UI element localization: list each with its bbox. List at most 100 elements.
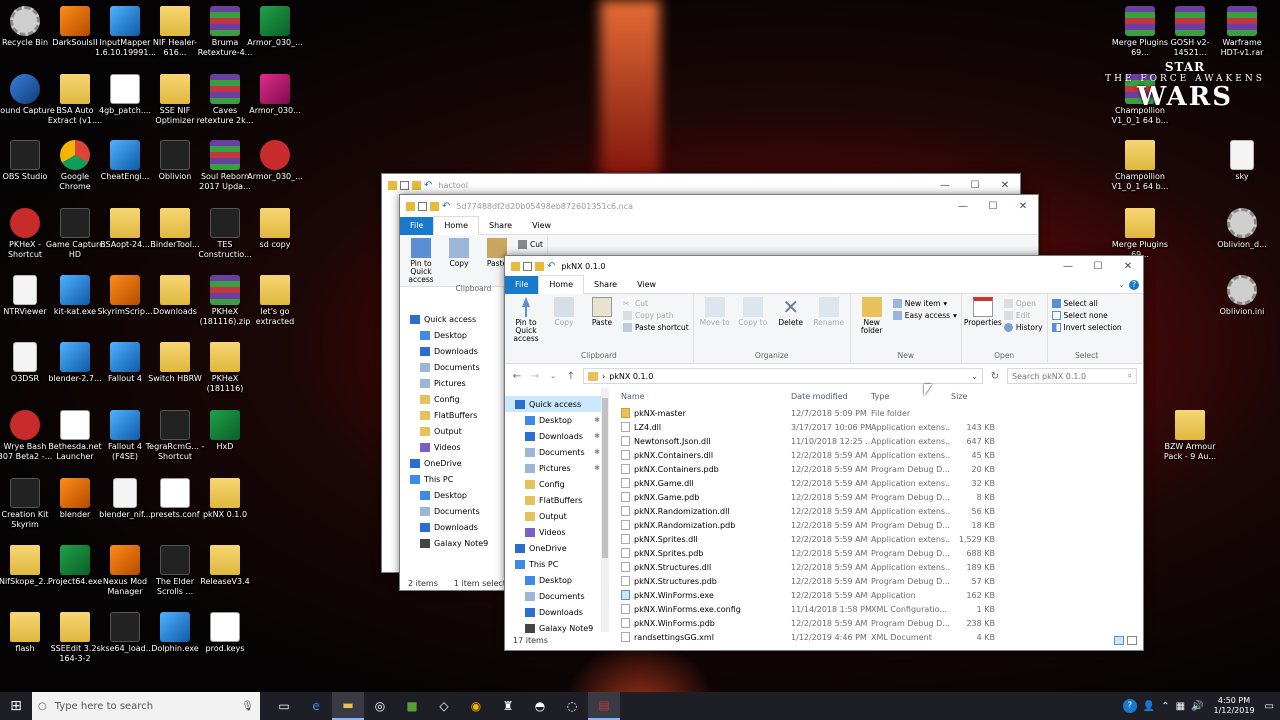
edge-icon[interactable]: e [300,692,332,720]
new-folder-icon[interactable] [412,180,421,190]
table-row[interactable]: pkNX.WinForms.pdb 12/2/2018 5:59 AM Progra… [617,616,1143,630]
paste-shortcut-button[interactable]: Paste shortcut [623,323,689,332]
minimize-button[interactable]: — [1053,261,1083,272]
table-row[interactable]: pkNX.Game.pdb 12/2/2018 5:59 AM Program De… [617,490,1143,504]
game-icon[interactable]: ♜ [492,692,524,720]
copy-button[interactable]: Copy [547,297,581,351]
tab-view[interactable]: View [522,217,561,235]
desktop-icon[interactable]: Armor_030_... [245,6,305,48]
tab-share[interactable]: Share [479,217,522,235]
new-folder-icon[interactable] [535,261,544,271]
steam-icon[interactable]: ◎ [364,692,396,720]
table-row[interactable]: pkNX.Structures.dll 12/2/2018 5:59 AM Appl… [617,560,1143,574]
clock[interactable]: 4:50 PM 1/12/2019 [1210,696,1259,716]
desktop-icon[interactable]: Warframe HDT-v1.rar [1212,6,1272,58]
nav-item[interactable]: Downloads [400,343,503,359]
action-center-icon[interactable]: ▭ [1265,701,1274,712]
properties-button[interactable]: Properties [964,297,1002,351]
desktop-icon[interactable]: Champollion V1_0_1 64 b... [1110,140,1170,192]
search-input[interactable]: Search pkNX 0.1.0 ⌕ [1007,368,1137,384]
table-row[interactable]: pkNX.WinForms.exe 12/2/2018 5:59 AM Applic… [617,588,1143,602]
desktop-icon[interactable]: Armor_030... [245,74,305,116]
nav-item[interactable]: Config [505,476,604,492]
nav-item[interactable]: Quick access [505,396,604,412]
address-dropdown-icon[interactable]: ⌄ [971,372,978,381]
nav-item[interactable]: Desktop ✱ [505,412,604,428]
desktop-icon[interactable]: pkNX 0.1.0 [195,478,255,520]
desktop-icon[interactable]: ReleaseV3.4 [195,545,255,587]
address-input[interactable]: › pkNX 0.1.0 ⌄ [583,368,983,384]
column-size[interactable]: Size [951,392,995,401]
desktop-icon[interactable]: BZW Armour Pack - 9 Au... [1160,410,1220,462]
copy-button[interactable]: Copy [442,238,476,284]
volume-icon[interactable]: 🔊 [1191,701,1203,712]
nav-item[interactable]: Documents [400,359,503,375]
nav-item[interactable]: FlatBuffers [400,407,503,423]
help-icon[interactable]: ? [1129,279,1139,290]
maximize-button[interactable]: ☐ [960,180,990,191]
table-row[interactable]: Newtonsoft.Json.dll 11/10/2018 12:25 ... A… [617,434,1143,448]
nav-item[interactable]: FlatBuffers [505,492,604,508]
properties-icon[interactable] [400,180,409,190]
close-button[interactable]: ✕ [1113,261,1143,272]
table-row[interactable]: pkNX.WinForms.exe.config 11/14/2018 1:58 … [617,602,1143,616]
undo-icon[interactable]: ↶ [547,261,555,271]
nav-item[interactable]: Galaxy Note9 [505,620,604,636]
forward-button[interactable]: → [529,371,541,382]
column-type[interactable]: Type [871,392,951,401]
properties-icon[interactable] [523,261,532,271]
nav-item[interactable]: Videos [505,524,604,540]
tab-home[interactable]: Home [433,216,480,235]
table-row[interactable]: randsettingsGG.xml 1/12/2019 4:46 PM XML D… [617,630,1143,644]
nav-item[interactable]: Output [505,508,604,524]
new-folder-icon[interactable] [430,201,439,211]
copy-path-button[interactable]: Copy path [623,311,689,320]
explorer-window-pknx[interactable]: ↶ pkNX 0.1.0 — ☐ ✕ File Home Share View ⌄ … [504,255,1144,651]
nav-item[interactable]: Documents ✱ [505,444,604,460]
cut-button[interactable]: Cut [518,240,543,249]
tab-share[interactable]: Share [584,276,627,294]
nav-item[interactable]: Videos [400,439,503,455]
tab-home[interactable]: Home [538,275,585,294]
nav-item[interactable]: Desktop [400,487,503,503]
refresh-button[interactable]: ↻ [989,371,1001,382]
nav-item[interactable]: This PC [505,556,604,572]
table-row[interactable]: pkNX.Randomization.pdb 12/2/2018 5:59 AM P… [617,518,1143,532]
copy-to-button[interactable]: Copy to [736,297,770,351]
desktop-icon[interactable]: Oblivion_d... [1212,208,1272,250]
edit-button[interactable]: Edit [1003,311,1043,320]
table-row[interactable]: pkNX.Containers.pdb 12/2/2018 5:59 AM Prog… [617,462,1143,476]
history-button[interactable]: History [1003,323,1043,332]
paste-button[interactable]: Paste [585,297,619,351]
nav-item[interactable]: Downloads [400,519,503,535]
close-button[interactable]: ✕ [990,180,1020,191]
nav-item[interactable]: Output [400,423,503,439]
task-view-icon[interactable]: ▭ [268,692,300,720]
nav-item[interactable]: Documents [505,588,604,604]
tab-file[interactable]: File [400,216,434,235]
desktop-icon[interactable]: prod.keys [195,612,255,654]
people-icon[interactable]: 👤 [1143,701,1155,712]
pin-to-quick-access-button[interactable]: Pin to Quick access [404,238,438,284]
breadcrumb-current[interactable]: pkNX 0.1.0 [609,372,653,381]
winrar-icon[interactable]: ▤ [588,692,620,720]
desktop-icon[interactable]: GOSH v2-14521... [1160,6,1220,58]
ribbon-collapse-icon[interactable]: ⌄ [1114,276,1129,294]
nav-item[interactable]: This PC [400,471,503,487]
file-explorer-icon[interactable]: ▬ [332,692,364,720]
table-row[interactable]: pkNX-master 12/7/2018 5:09 PM File folder [617,406,1143,420]
select-all-button[interactable]: Select all [1051,299,1122,308]
obs-icon[interactable]: ◌ [556,692,588,720]
window-titlebar[interactable]: ↶ hactool — ☐ ✕ [382,174,1020,196]
desktop-icon[interactable]: sky [1212,140,1272,182]
desktop-icon[interactable]: Armor_030_... [245,140,305,182]
nav-item[interactable]: Pictures [400,375,503,391]
helmet-icon[interactable]: ◓ [524,692,556,720]
easy-access-button[interactable]: Easy access ▾ [892,311,957,320]
desktop-icon[interactable]: let's go extracted [245,275,305,327]
rename-button[interactable]: Rename [812,297,846,351]
maximize-button[interactable]: ☐ [978,201,1008,212]
nav-item[interactable]: Desktop [505,572,604,588]
open-button[interactable]: Open [1003,299,1043,308]
table-row[interactable]: pkNX.Randomization.dll 12/2/2018 5:59 AM A… [617,504,1143,518]
